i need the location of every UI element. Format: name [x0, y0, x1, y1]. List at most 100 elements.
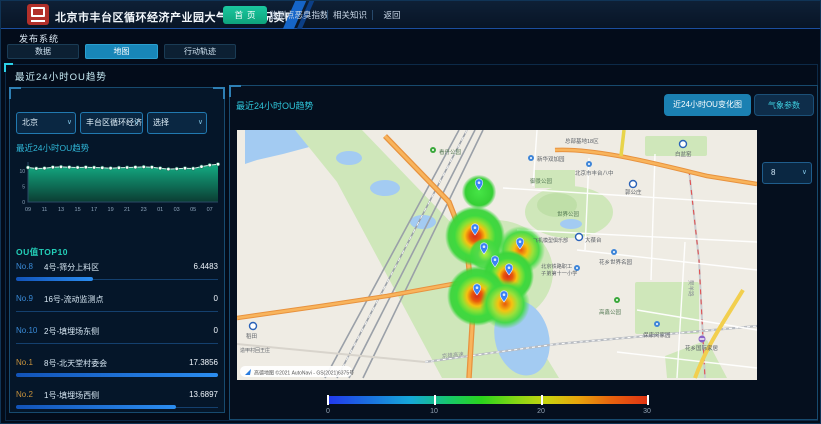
- svg-text:19: 19: [108, 207, 114, 213]
- chevron-down-icon: ∨: [67, 113, 72, 133]
- map-panel-title: 最近24小时OU趋势: [236, 99, 314, 112]
- map[interactable]: 总部基地18区 看丹公园 新华双加园 御景公园 北京市丰台八中 郭公庄 白盆窑 …: [237, 130, 757, 380]
- app-window: 北京市丰台区循环经济产业园大气恶臭状况实时 首页 监测点恶臭指数 相关知识 返回…: [0, 0, 821, 424]
- ou-change-button[interactable]: 近24小时OU变化图: [664, 94, 751, 116]
- svg-text:05: 05: [190, 207, 196, 213]
- value-bar: [16, 405, 176, 409]
- map-label: 飞机模型俱乐部: [533, 237, 568, 244]
- map-label: 御景公园: [530, 177, 553, 185]
- map-label: 北京铁路职工: [541, 262, 572, 270]
- trend-chart-title: 最近24小时OU趋势: [16, 142, 89, 154]
- point-name: 1号-填埋场西侧: [44, 390, 189, 401]
- scale-tick-label: 30: [637, 408, 657, 415]
- map-label: 总部基地18区: [565, 137, 599, 145]
- point-name: 8号-北天堂村委会: [44, 358, 189, 369]
- weather-params-button[interactable]: 气象参数: [754, 94, 814, 116]
- point-value: 0: [214, 294, 218, 305]
- chevron-down-icon: ∨: [802, 163, 807, 183]
- scale-tick-label: 0: [318, 408, 338, 415]
- point-name: 4号-筛分上料区: [44, 262, 194, 273]
- chevron-down-icon: ∨: [198, 113, 203, 133]
- nav-divider: [372, 10, 373, 20]
- nav-item-home[interactable]: 首页: [223, 6, 267, 24]
- svg-text:15: 15: [75, 207, 81, 213]
- rank-label: No.9: [16, 294, 44, 305]
- right-panel: 最近24小时OU趋势 近24小时OU变化图 气象参数: [229, 85, 818, 420]
- top-list-item: No.102号-填埋场东侧0: [16, 322, 218, 354]
- scale-tick-label: 20: [531, 408, 551, 415]
- top-list-item: No.21号-填埋场西侧13.6897: [16, 386, 218, 418]
- rank-label: No.1: [16, 358, 44, 369]
- section-title: 最近24小时OU趋势: [15, 69, 107, 83]
- scale-notch: [541, 395, 543, 405]
- city-select[interactable]: 北京∨: [16, 112, 76, 134]
- map-label: 高鑫公园: [599, 308, 622, 316]
- color-scale: [327, 396, 649, 404]
- scale-tick-label: 10: [424, 408, 444, 415]
- point-value: 0: [214, 326, 218, 337]
- app-logo-icon: [27, 4, 49, 25]
- trend-chart: 0510091113151719212301030507: [14, 154, 222, 216]
- rank-label: No.2: [16, 390, 44, 401]
- nav-item-knowledge[interactable]: 相关知识: [331, 6, 369, 24]
- top-list-item: No.18号-北天堂村委会17.3856: [16, 354, 218, 386]
- svg-text:高德地图 ©2021 AutoNavi - GS(2021): 高德地图 ©2021 AutoNavi - GS(2021)6375号: [254, 369, 354, 376]
- svg-text:0: 0: [22, 200, 25, 206]
- map-label: 北京市丰台八中: [575, 169, 614, 177]
- scale-notch: [434, 395, 436, 405]
- nav-item-back[interactable]: 返回: [377, 6, 407, 24]
- svg-text:13: 13: [58, 207, 64, 213]
- svg-text:23: 23: [141, 207, 147, 213]
- svg-text:21: 21: [124, 207, 130, 213]
- map-attribution: 高德地图 ©2021 AutoNavi - GS(2021)6375号: [240, 366, 354, 377]
- svg-text:10: 10: [19, 169, 25, 175]
- rank-label: No.8: [16, 262, 44, 273]
- map-label: 世界公园: [557, 210, 580, 218]
- corner-accent: [4, 63, 13, 72]
- scale-notch: [647, 395, 649, 405]
- scale-notch: [327, 395, 329, 405]
- left-panel: 北京∨ 丰台区循环经济产∨ 选择∨ 最近24小时OU趋势 05100911131…: [9, 87, 225, 413]
- time-select[interactable]: 8∨: [762, 162, 812, 184]
- map-label: 稻田: [246, 332, 257, 340]
- nav-item-odor-index[interactable]: 监测点恶臭指数: [269, 6, 325, 24]
- top-list-item: No.84号-筛分上料区6.4483: [16, 258, 218, 290]
- point-name: 2号-填埋场东侧: [44, 326, 214, 337]
- tab-map[interactable]: 地图: [85, 44, 158, 59]
- map-label: 子弟第十一小学: [541, 269, 577, 277]
- park-select[interactable]: 丰台区循环经济产∨: [80, 112, 143, 134]
- svg-text:07: 07: [207, 207, 213, 213]
- svg-text:17: 17: [91, 207, 97, 213]
- rank-label: No.10: [16, 326, 44, 337]
- value-bar: [16, 373, 218, 377]
- top-list-item: No.916号-流动监测点0: [16, 290, 218, 322]
- svg-text:5: 5: [22, 185, 25, 191]
- map-label: 花乡国际家居: [685, 344, 719, 352]
- map-label: 保康闵家园: [643, 331, 671, 339]
- svg-text:03: 03: [174, 207, 180, 213]
- map-label: 看丹公园: [439, 148, 462, 156]
- heat-blob: [480, 279, 530, 329]
- top-bar: 北京市丰台区循环经济产业园大气恶臭状况实时 首页 监测点恶臭指数 相关知识 返回: [1, 1, 821, 29]
- point-select[interactable]: 选择∨: [147, 112, 207, 134]
- map-label: 造甲村回王庄: [240, 347, 270, 354]
- map-label: 白盆窑: [675, 150, 692, 158]
- value-bar-track: [16, 343, 218, 344]
- map-label: 大葆台: [585, 236, 602, 244]
- svg-text:11: 11: [42, 207, 48, 213]
- point-value: 13.6897: [189, 390, 218, 401]
- map-label: 郭公庄: [625, 188, 642, 196]
- tab-data[interactable]: 数据: [7, 44, 79, 59]
- tab-track[interactable]: 行动轨迹: [164, 44, 236, 59]
- nav-divider: [327, 10, 328, 20]
- point-value: 6.4483: [194, 262, 218, 273]
- svg-text:09: 09: [25, 207, 31, 213]
- map-label: 新华双加园: [537, 155, 565, 163]
- map-canvas: 总部基地18区 看丹公园 新华双加园 御景公园 北京市丰台八中 郭公庄 白盆窑 …: [237, 130, 757, 380]
- value-bar-track: [16, 311, 218, 312]
- ou-top-title: OU值TOP10: [16, 246, 68, 258]
- map-label: 花乡世界名园: [599, 258, 633, 266]
- value-bar: [16, 277, 93, 281]
- chevron-down-icon: ∨: [134, 113, 139, 133]
- point-value: 17.3856: [189, 358, 218, 369]
